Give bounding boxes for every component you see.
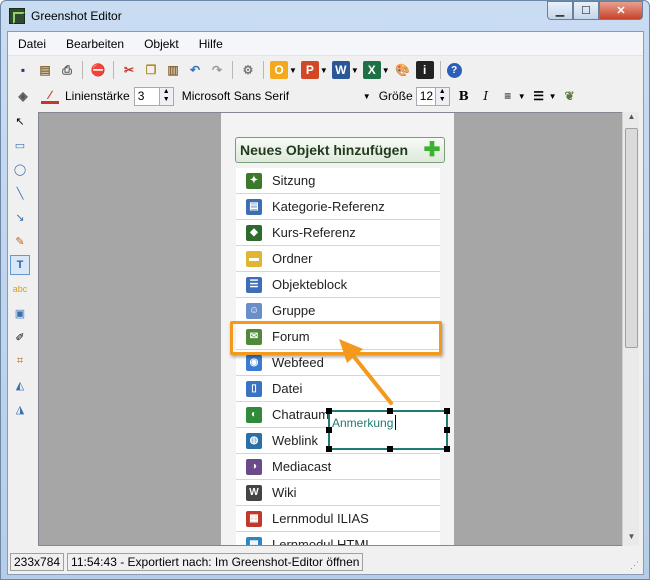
stop-icon[interactable]: ⛔ [89, 61, 107, 79]
shadow-icon[interactable]: ❦ [561, 87, 579, 105]
outlook-dropdown-icon[interactable]: ▼ [289, 66, 297, 75]
excel-dropdown-icon[interactable]: ▼ [382, 66, 390, 75]
align-horizontal-icon[interactable]: ≡ [499, 87, 517, 105]
rotate-clockwise-icon[interactable]: ◭ [10, 375, 30, 395]
resize-handle[interactable] [326, 427, 332, 433]
toolbar-separator [232, 61, 233, 79]
bold-button[interactable]: B [455, 87, 473, 105]
drawing-tools: ↖ ▭ ◯ ╲ ↘ ✎ T abc ▣ ✐ ⌗ ◭ ◮ [8, 109, 32, 549]
help-icon[interactable]: ? [446, 62, 462, 78]
pointer-icon[interactable]: ↖ [10, 111, 30, 131]
resize-grip-icon[interactable]: ⋰ [630, 560, 639, 571]
font-size-spinner[interactable]: ▲ ▼ [435, 86, 450, 106]
image-canvas[interactable]: Neues Objekt hinzufügen ✚ ✦ Sitzung ▤ Kateg… [38, 112, 624, 546]
toolbar-separator [263, 61, 264, 79]
menu-bearbeiten[interactable]: Bearbeiten [66, 37, 124, 51]
align-horizontal-dropdown-icon[interactable]: ▼ [518, 92, 526, 101]
align-vertical-dropdown-icon[interactable]: ▼ [549, 92, 557, 101]
obfuscate-icon[interactable]: ▣ [10, 303, 30, 323]
toolbar-separator [113, 61, 114, 79]
toolbar-separator [439, 61, 441, 79]
font-family-value: Microsoft Sans Serif [181, 89, 290, 103]
print-icon[interactable]: ⎙ [58, 61, 76, 79]
counter-icon[interactable]: ✐ [10, 327, 30, 347]
highlight-icon[interactable]: abc [10, 279, 30, 299]
toolbar-separator [82, 61, 83, 79]
powerpoint-icon[interactable]: P [300, 61, 319, 79]
paste-icon[interactable]: ▥ [164, 61, 182, 79]
editor-window: Greenshot Editor ▁ ☐ ✕ Datei Bearbeiten … [0, 0, 650, 580]
resize-handle[interactable] [326, 446, 332, 452]
outlook-icon[interactable]: O [270, 61, 288, 79]
rectangle-icon[interactable]: ▭ [10, 135, 30, 155]
clipboard-icon[interactable]: ▤ [36, 61, 54, 79]
annotation-text: Anmerkung [332, 416, 394, 430]
paint-icon[interactable]: 🎨 [394, 61, 412, 79]
freehand-icon[interactable]: ✎ [10, 231, 30, 251]
menu-hilfe[interactable]: Hilfe [199, 37, 223, 51]
status-message: 11:54:43 - Exportiert nach: Im Greenshot… [67, 553, 364, 571]
editor-client-area: Datei Bearbeiten Objekt Hilfe ▪ ▤ ⎙ ⛔ ✂ … [7, 31, 644, 575]
font-size-input[interactable]: 12 [415, 86, 436, 106]
resize-handle[interactable] [387, 408, 393, 414]
minimize-button[interactable]: ▁ [547, 1, 573, 20]
excel-icon[interactable]: X [362, 61, 381, 79]
resize-handle[interactable] [387, 446, 393, 452]
title-bar[interactable]: Greenshot Editor ▁ ☐ ✕ [1, 1, 649, 31]
scroll-down-icon[interactable]: ▼ [623, 532, 640, 546]
maximize-button[interactable]: ☐ [573, 1, 599, 20]
resize-handle[interactable] [444, 427, 450, 433]
save-icon[interactable]: ▪ [14, 61, 32, 79]
crop-icon[interactable]: ⌗ [10, 351, 30, 371]
line-width-label: Linienstärke [65, 89, 130, 103]
line-width-input[interactable]: 3 [133, 86, 160, 106]
rotate-counterclockwise-icon[interactable]: ◮ [10, 399, 30, 419]
main-toolbar: ▪ ▤ ⎙ ⛔ ✂ ❐ ▥ ↶ ↷ ⚙ O ▼ P ▼ W ▼ X ▼ 🎨 i … [8, 57, 643, 83]
ellipse-icon[interactable]: ◯ [10, 159, 30, 179]
menu-objekt[interactable]: Objekt [144, 37, 179, 51]
format-toolbar: ◈ ∕ Linienstärke 3 ▲ ▼ Microsoft Sans Ser… [8, 84, 643, 108]
line-color-icon[interactable]: ∕ [41, 88, 59, 104]
redo-icon[interactable]: ↷ [208, 61, 226, 79]
word-icon[interactable]: W [331, 61, 350, 79]
greenshot-app-icon [9, 8, 25, 24]
resize-handle[interactable] [444, 446, 450, 452]
resize-handle[interactable] [326, 408, 332, 414]
cut-icon[interactable]: ✂ [120, 61, 138, 79]
align-vertical-icon[interactable]: ☰ [530, 87, 548, 105]
word-dropdown-icon[interactable]: ▼ [351, 66, 359, 75]
status-bar: 233x784 11:54:43 - Exportiert nach: Im G… [8, 551, 643, 573]
italic-button[interactable]: I [477, 87, 495, 105]
imgur-icon[interactable]: i [415, 61, 434, 79]
undo-icon[interactable]: ↶ [186, 61, 204, 79]
line-width-spinner[interactable]: ▲ ▼ [159, 86, 174, 106]
menu-datei[interactable]: Datei [18, 37, 46, 51]
resize-handle[interactable] [444, 408, 450, 414]
menu-bar: Datei Bearbeiten Objekt Hilfe [8, 32, 643, 56]
settings-icon[interactable]: ⚙ [239, 61, 257, 79]
fill-color-icon[interactable]: ◈ [14, 87, 32, 105]
vertical-scrollbar[interactable]: ▲ ▼ [622, 112, 639, 546]
copy-icon[interactable]: ❐ [142, 61, 160, 79]
window-controls: ▁ ☐ ✕ [547, 1, 643, 21]
line-icon[interactable]: ╲ [10, 183, 30, 203]
annotation-textbox[interactable]: Anmerkung [326, 408, 450, 452]
close-button[interactable]: ✕ [599, 1, 643, 20]
powerpoint-dropdown-icon[interactable]: ▼ [320, 66, 328, 75]
scrollbar-thumb[interactable] [625, 128, 638, 348]
window-title: Greenshot Editor [31, 9, 122, 23]
text-caret [395, 415, 396, 430]
image-dimensions: 233x784 [10, 553, 65, 571]
annotation-arrow[interactable] [39, 113, 624, 546]
arrow-tool-icon[interactable]: ↘ [10, 207, 30, 227]
font-family-select[interactable]: Microsoft Sans Serif ▼ [179, 87, 375, 106]
scroll-up-icon[interactable]: ▲ [623, 112, 640, 126]
text-tool-icon[interactable]: T [10, 255, 30, 275]
font-size-label: Größe [378, 89, 413, 103]
chevron-down-icon: ▼ [362, 91, 371, 101]
